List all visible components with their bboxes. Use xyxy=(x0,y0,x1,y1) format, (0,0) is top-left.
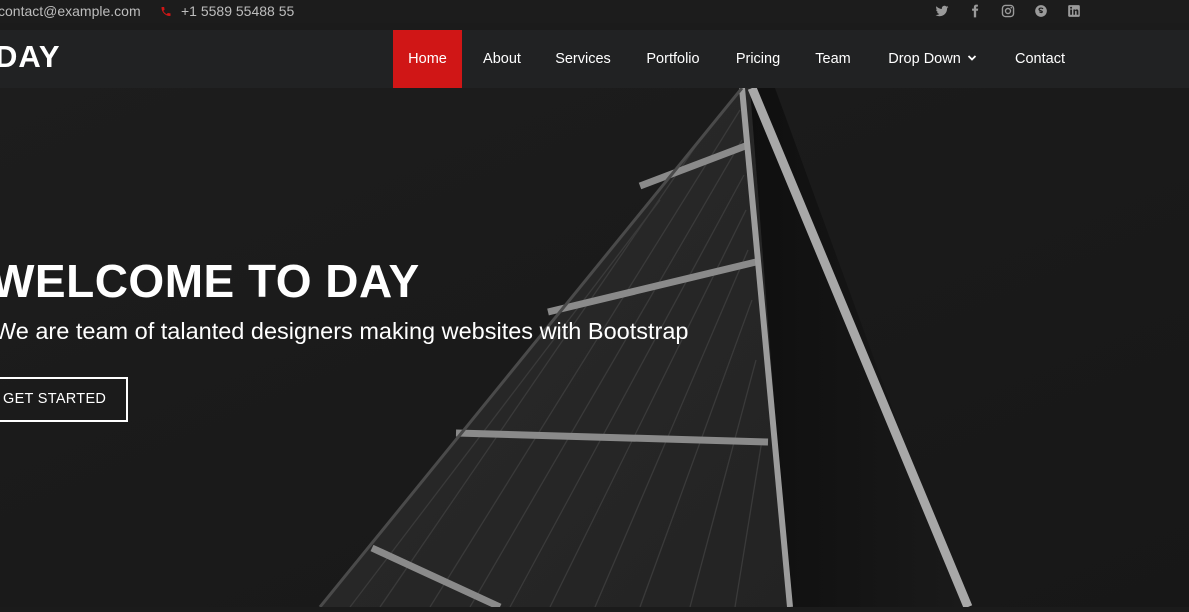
phone-icon xyxy=(161,7,171,16)
nav-portfolio[interactable]: Portfolio xyxy=(634,30,712,88)
get-started-button[interactable]: GET STARTED xyxy=(0,377,128,422)
linkedin-icon[interactable] xyxy=(1067,4,1081,18)
nav-drop-down[interactable]: Drop Down xyxy=(879,30,986,88)
main-header: DAY Home About Services Portfolio Pricin… xyxy=(0,30,1189,88)
nav-label: Team xyxy=(815,51,851,67)
facebook-icon[interactable] xyxy=(968,4,982,18)
hero-background-image xyxy=(0,86,1189,611)
nav-label: About xyxy=(483,51,521,67)
hero-subtitle: We are team of talanted designers making… xyxy=(0,318,689,344)
nav-label: Contact xyxy=(1015,51,1065,67)
nav-label: Services xyxy=(555,51,611,67)
logo[interactable]: DAY xyxy=(0,39,61,75)
nav-pricing[interactable]: Pricing xyxy=(728,30,788,88)
contact-email[interactable]: contact@example.com xyxy=(0,3,141,19)
chevron-down-icon xyxy=(967,55,976,61)
nav-home[interactable]: Home xyxy=(393,30,462,88)
hero-title: WELCOME TO DAY xyxy=(0,255,420,307)
nav-label: Drop Down xyxy=(888,51,961,67)
topbar: contact@example.com +1 5589 55488 55 xyxy=(0,0,1189,23)
nav-services[interactable]: Services xyxy=(545,30,621,88)
skype-icon[interactable] xyxy=(1034,4,1048,18)
get-started-label: GET STARTED xyxy=(3,391,107,407)
nav-label: Pricing xyxy=(735,51,781,67)
nav-label: Portfolio xyxy=(646,51,700,67)
nav-label: Home xyxy=(408,51,447,67)
nav-team[interactable]: Team xyxy=(806,30,860,88)
twitter-icon[interactable] xyxy=(935,4,949,18)
instagram-icon[interactable] xyxy=(1001,4,1015,18)
contact-phone[interactable]: +1 5589 55488 55 xyxy=(181,3,294,19)
nav-about[interactable]: About xyxy=(466,30,538,88)
hero-section xyxy=(0,86,1189,611)
nav-contact[interactable]: Contact xyxy=(1006,30,1074,88)
